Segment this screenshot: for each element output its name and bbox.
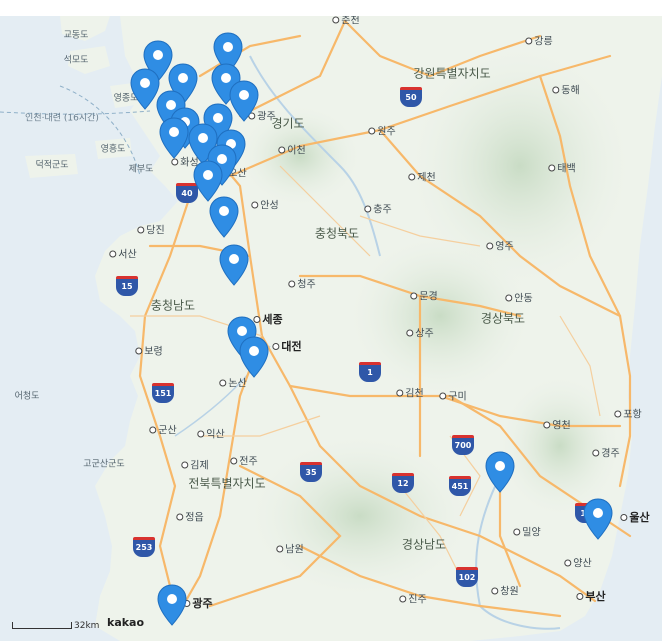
place-label: 석모도 — [63, 55, 89, 66]
city-label: 전주 — [230, 453, 257, 468]
highway-shield: 700 — [452, 435, 474, 455]
highway-shield: 35 — [300, 462, 322, 482]
city-label: 춘천 — [332, 16, 359, 27]
kakao-logo: kakao — [107, 616, 145, 629]
city-label: 당진 — [137, 222, 164, 237]
city-label: 구미 — [439, 388, 466, 403]
highway-shield: 50 — [400, 87, 422, 107]
city-label: 안성 — [251, 197, 278, 212]
city-label: 김제 — [181, 457, 208, 472]
province-label: 경상북도 — [480, 311, 526, 326]
province-label: 경기도 — [271, 116, 305, 131]
city-label: 울산 — [620, 509, 649, 525]
province-label: 경상남도 — [401, 537, 447, 552]
city-label: 청주 — [288, 276, 315, 291]
city-label: 대전 — [272, 338, 301, 354]
location-pin-icon[interactable] — [219, 244, 249, 286]
place-label: 어청도 — [14, 391, 40, 402]
city-label: 영천 — [543, 417, 570, 432]
place-label: 교동도 — [63, 30, 89, 41]
city-label: 정읍 — [176, 509, 203, 524]
location-pin-icon[interactable] — [159, 117, 189, 159]
highway-shield: 1 — [359, 362, 381, 382]
place-label: 제부도 — [128, 164, 154, 175]
city-label: 제천 — [408, 169, 435, 184]
scale-text: 32km — [74, 621, 100, 631]
highway-shield: 151 — [152, 383, 174, 403]
city-label: 동해 — [552, 82, 579, 97]
location-pin-icon[interactable] — [209, 196, 239, 238]
place-label: 인천·대련 (16시간) — [25, 113, 99, 124]
city-label: 문경 — [410, 288, 437, 303]
city-label: 군산 — [149, 422, 176, 437]
place-label: 영흥도 — [100, 144, 126, 155]
map-view[interactable]: 교동도 석모도 영종도 인천·대련 (16시간) 영흥도 덕적군도 제부도 어청도 고군산군도 강… — [0, 16, 662, 641]
city-label: 양산 — [564, 555, 591, 570]
city-label: 강릉 — [525, 33, 552, 48]
place-label: 덕적군도 — [35, 160, 69, 171]
city-label: 광주 — [183, 595, 212, 611]
location-pin-icon[interactable] — [239, 336, 269, 378]
city-label: 이천 — [278, 142, 305, 157]
highway-shield: 15 — [116, 276, 138, 296]
city-label: 세종 — [253, 311, 282, 327]
map-base — [0, 16, 662, 641]
city-label: 보령 — [135, 343, 162, 358]
city-label: 영주 — [486, 238, 513, 253]
city-label: 익산 — [197, 426, 224, 441]
city-label: 부산 — [576, 588, 605, 604]
city-label: 태백 — [548, 160, 575, 175]
province-label: 충청남도 — [150, 298, 196, 313]
location-pin-icon[interactable] — [485, 451, 515, 493]
city-label: 창원 — [491, 583, 518, 598]
province-label: 강원특별자치도 — [413, 66, 491, 81]
highway-shield: 253 — [133, 537, 155, 557]
place-label: 고군산군도 — [83, 459, 125, 470]
city-label: 안동 — [505, 290, 532, 305]
city-label: 진주 — [399, 591, 426, 606]
location-pin-icon[interactable] — [583, 498, 613, 540]
city-label: 충주 — [364, 201, 391, 216]
city-label: 경주 — [592, 445, 619, 460]
city-label: 포항 — [614, 406, 641, 421]
city-label: 밀양 — [513, 524, 540, 539]
location-pin-icon[interactable] — [229, 80, 259, 122]
highway-shield: 12 — [392, 473, 414, 493]
province-label: 충청북도 — [314, 226, 360, 241]
highway-shield: 451 — [449, 476, 471, 496]
highway-shield: 102 — [456, 567, 478, 587]
province-label: 전북특별자치도 — [188, 476, 266, 491]
city-label: 상주 — [406, 325, 433, 340]
location-pin-icon[interactable] — [157, 584, 187, 626]
city-label: 서산 — [109, 246, 136, 261]
city-label: 김천 — [396, 385, 423, 400]
city-label: 남원 — [276, 541, 303, 556]
city-label: 원주 — [368, 123, 395, 138]
